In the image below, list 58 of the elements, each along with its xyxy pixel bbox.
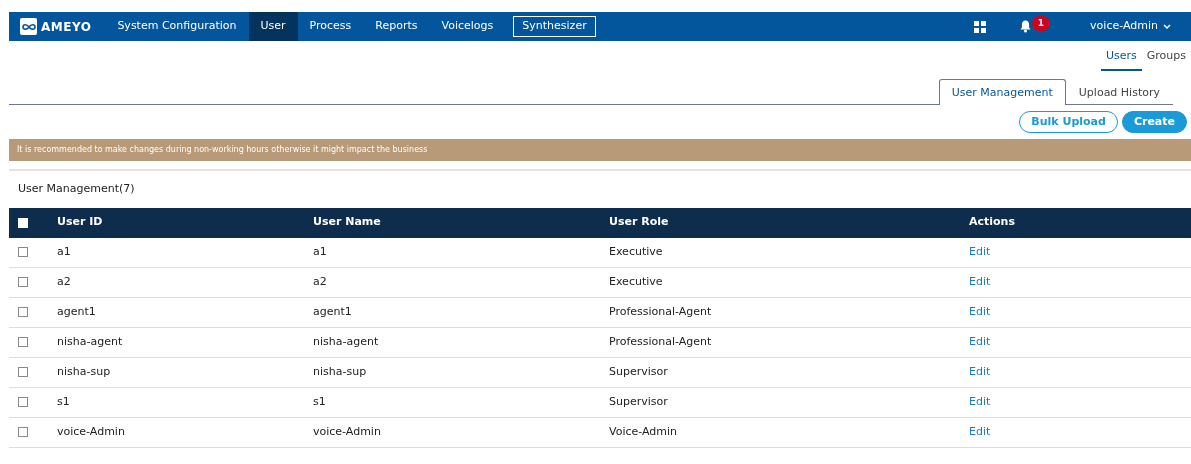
nav-link[interactable]: Synthesizer: [513, 16, 596, 37]
table-cell-text: a1: [57, 243, 71, 260]
edit-link[interactable]: Edit: [969, 423, 991, 441]
table-cell-text: Supervisor: [609, 393, 668, 410]
bell-icon[interactable]: [1019, 20, 1031, 33]
nav-link[interactable]: Voicelogs: [429, 12, 506, 41]
select-all-checkbox[interactable]: [18, 217, 28, 228]
table-cell-text: Executive: [609, 273, 663, 290]
table-cell-text: a1: [313, 243, 327, 260]
row-checkbox[interactable]: [18, 397, 28, 407]
row-checkbox[interactable]: [18, 427, 28, 437]
table-cell-text: a2: [57, 273, 71, 290]
sub-nav-link[interactable]: Groups: [1141, 46, 1191, 71]
edit-link[interactable]: Edit: [969, 393, 991, 411]
nav-link[interactable]: System Configuration: [105, 12, 249, 41]
user-menu[interactable]: voice-Admin: [1078, 12, 1191, 41]
row-checkbox[interactable]: [18, 247, 28, 257]
table-cell-text: nisha-agent: [313, 333, 379, 350]
column-header: Actions: [969, 214, 1015, 231]
table-cell-text: a2: [313, 273, 327, 290]
table-cell-text: Professional-Agent: [609, 303, 712, 320]
brand-name: AMEYO: [41, 18, 92, 36]
notification-badge: 1: [1031, 16, 1051, 31]
column-header: User ID: [57, 214, 103, 231]
table-cell-text: Supervisor: [609, 363, 668, 380]
table-cell-text: s1: [57, 393, 70, 410]
table-cell-text: voice-Admin: [313, 423, 381, 440]
edit-link[interactable]: Edit: [969, 273, 991, 291]
table-cell-text: voice-Admin: [57, 423, 125, 440]
edit-link[interactable]: Edit: [969, 303, 991, 321]
warning-banner: It is recommended to make changes during non-working hours otherwise it might impact the business: [9, 139, 1191, 161]
row-checkbox[interactable]: [18, 337, 28, 347]
tab[interactable]: Upload History: [1065, 78, 1173, 105]
column-header: User Role: [609, 214, 669, 231]
nav-link[interactable]: Process: [297, 12, 364, 41]
row-checkbox[interactable]: [18, 367, 28, 377]
table-cell-text: Professional-Agent: [609, 333, 712, 350]
table-cell-text: nisha-sup: [57, 363, 111, 380]
tab[interactable]: User Management: [938, 78, 1066, 105]
nav-link[interactable]: User: [248, 12, 298, 41]
section-title: User Management(7): [17, 181, 136, 197]
column-header: User Name: [313, 214, 381, 231]
table-cell-text: s1: [313, 393, 326, 410]
table-cell-text: agent1: [313, 303, 352, 320]
table-cell-text: Voice-Admin: [609, 423, 678, 440]
chevron-icon: [1163, 24, 1171, 29]
nav-link[interactable]: Reports: [363, 12, 430, 41]
logo-icon: [20, 18, 37, 35]
edit-link[interactable]: Edit: [969, 243, 991, 261]
row-checkbox[interactable]: [18, 307, 28, 317]
row-checkbox[interactable]: [18, 277, 28, 287]
edit-link[interactable]: Edit: [969, 363, 991, 381]
table-cell-text: nisha-sup: [313, 363, 367, 380]
table-cell-text: nisha-agent: [57, 333, 123, 350]
edit-link[interactable]: Edit: [969, 333, 991, 351]
table-cell-text: agent1: [57, 303, 96, 320]
table-cell-text: Executive: [609, 243, 663, 260]
sub-nav-link[interactable]: Users: [1100, 46, 1142, 71]
